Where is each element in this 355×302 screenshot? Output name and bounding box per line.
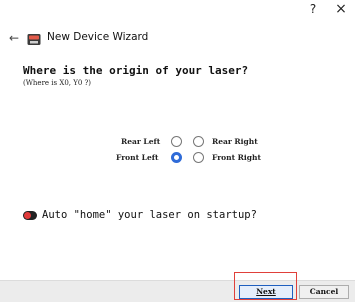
rear-right-label: Rear Right bbox=[212, 137, 258, 146]
help-button[interactable]: ? bbox=[306, 2, 320, 16]
close-button[interactable]: × bbox=[334, 1, 348, 17]
cancel-button[interactable]: Cancel bbox=[299, 285, 349, 299]
title-bar: ? × bbox=[0, 0, 355, 20]
front-left-radio[interactable] bbox=[171, 152, 182, 163]
auto-home-toggle[interactable] bbox=[23, 211, 37, 220]
wizard-header: ← New Device Wizard bbox=[0, 26, 355, 52]
next-highlight-box bbox=[234, 272, 297, 300]
back-arrow-icon[interactable]: ← bbox=[9, 31, 19, 45]
rear-left-radio[interactable] bbox=[171, 136, 182, 147]
auto-home-row: Auto "home" your laser on startup? bbox=[23, 209, 323, 223]
auto-home-label: Auto "home" your laser on startup? bbox=[42, 209, 257, 221]
rear-left-label: Rear Left bbox=[121, 137, 161, 146]
laser-app-icon bbox=[27, 31, 41, 45]
wizard-title: New Device Wizard bbox=[47, 31, 149, 43]
rear-right-radio[interactable] bbox=[193, 136, 204, 147]
front-right-radio[interactable] bbox=[193, 152, 204, 163]
origin-question: Where is the origin of your laser? bbox=[23, 64, 249, 77]
front-right-label: Front Right bbox=[212, 153, 261, 162]
front-left-label: Front Left bbox=[116, 153, 159, 162]
origin-subquestion: (Where is X0, Y0 ?) bbox=[23, 79, 92, 87]
